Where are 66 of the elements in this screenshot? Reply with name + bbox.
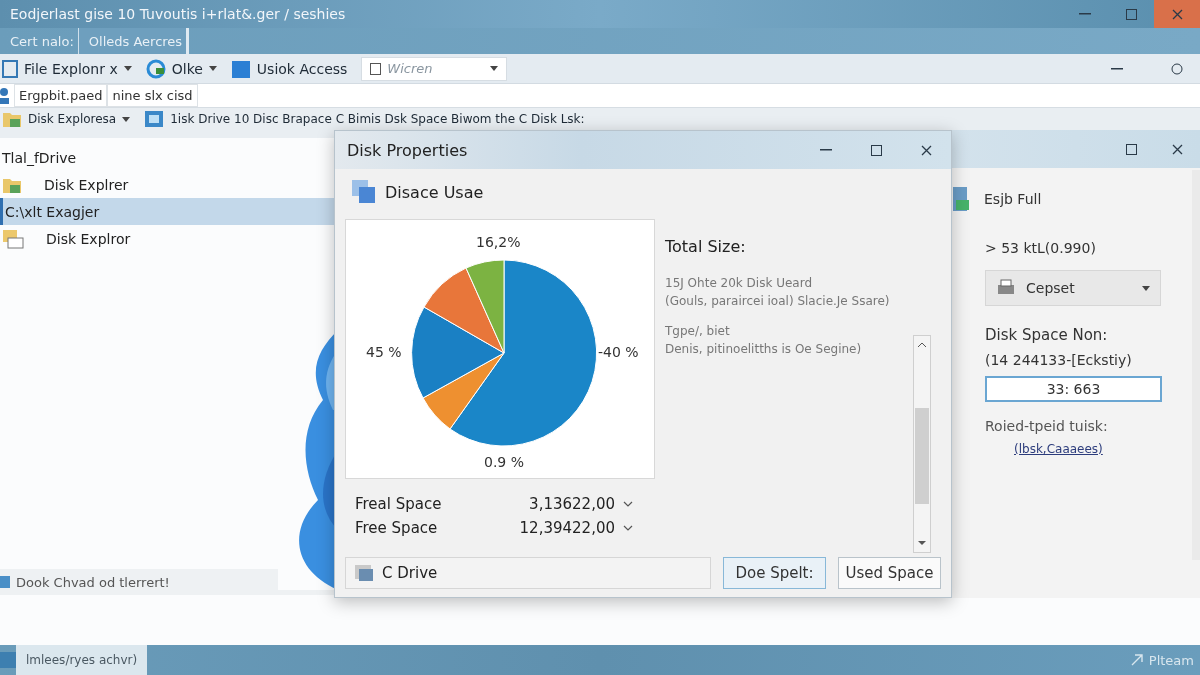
note-text: Roied-tpeid tuisk:: [985, 418, 1109, 434]
percent-label: 45 %: [366, 344, 402, 360]
row-label: Free Space: [355, 519, 438, 537]
link[interactable]: (lbsk,Caaaees): [1014, 442, 1103, 456]
drive-name: Esjb Full: [984, 191, 1042, 207]
tree-item[interactable]: Tlal_fDrive: [0, 144, 334, 171]
address-segment[interactable]: Ergpbit.paed: [14, 84, 108, 107]
toolbar-item[interactable]: File Explonr x: [24, 60, 118, 77]
folder-icon: [2, 110, 22, 128]
folder-icon[interactable]: [230, 58, 251, 79]
close-icon[interactable]: [1171, 143, 1183, 155]
path-text: 1isk Drive 10 Disc Brapace C Bimis Dsk Space Biwom the C Disk Lsk:: [170, 112, 585, 126]
dialog-title: Disk Properties: [347, 140, 469, 160]
app-icon[interactable]: [2, 59, 18, 78]
taskbar-item[interactable]: lmlees/ryes achvr): [16, 645, 148, 675]
space-label: Disk Space Non:: [985, 326, 1109, 344]
drive-field[interactable]: C Drive: [345, 557, 711, 589]
section-heading: Disace Usae: [385, 182, 484, 202]
close-icon[interactable]: [1171, 8, 1183, 20]
status-text: Dook Chvad od tlerrert!: [16, 574, 170, 590]
total-size-label: Total Size:: [665, 237, 747, 256]
row-value: 12,39422,00: [519, 519, 615, 537]
toolbar-item[interactable]: Olke: [171, 60, 203, 77]
calendar-icon: [370, 62, 382, 75]
tree-item[interactable]: Disk Explror: [0, 225, 334, 252]
address-segment[interactable]: nine slx cisd: [107, 84, 198, 107]
drive-icon: [354, 564, 374, 582]
input-field[interactable]: 33: 663: [985, 376, 1162, 402]
drive-icon: [144, 110, 165, 128]
size-text: > 53 ktL(0.990): [985, 240, 1097, 256]
dialog-button[interactable]: Doe Spelt:: [723, 557, 826, 589]
row-value: 3,13622,00: [529, 495, 615, 513]
maximize-icon[interactable]: [870, 144, 882, 156]
toolbar-item[interactable]: Usiok Access: [256, 60, 348, 77]
caret-icon[interactable]: [490, 66, 499, 71]
dialog-button[interactable]: Used Space: [838, 557, 941, 589]
scroll-down-icon[interactable]: [917, 540, 927, 546]
caret-icon[interactable]: [208, 66, 217, 71]
minimize-icon[interactable]: [1111, 67, 1123, 70]
menu-label[interactable]: Disk Exploresa: [28, 112, 117, 126]
globe-icon[interactable]: [145, 58, 166, 79]
detail-text: 15J Ohte 20k Disk Ueard (Gouls, paraircei ioal) Slacie.Je Ssare): [665, 275, 891, 310]
percent-label: 16,2%: [476, 234, 521, 250]
row-label: Freal Space: [355, 495, 442, 513]
space-value: (14 244133-[Eckstiy): [985, 352, 1133, 368]
close-icon[interactable]: [920, 144, 932, 156]
caret-icon[interactable]: [122, 116, 131, 122]
caret-icon[interactable]: [1142, 285, 1150, 291]
chevron-down-icon[interactable]: [623, 525, 633, 531]
caret-icon[interactable]: [123, 66, 132, 71]
tree-item[interactable]: C:\xlt Exagjer: [0, 198, 334, 225]
stack-icon: [351, 179, 377, 205]
window-title: Eodjerlast gise 10 Tuvoutis i+rlat&.ger / seshies: [10, 6, 347, 22]
percent-label: 0.9 %: [484, 454, 525, 470]
maximize-icon[interactable]: [1125, 143, 1137, 155]
address-bar[interactable]: Ergpbit.paed nine slx cisd: [0, 84, 1200, 108]
scroll-up-icon[interactable]: [917, 342, 927, 348]
maximize-icon[interactable]: [1125, 8, 1137, 20]
chevron-down-icon[interactable]: [623, 501, 633, 507]
restore-icon[interactable]: [1171, 62, 1183, 75]
dropdown[interactable]: Cepset: [985, 270, 1161, 306]
tree-item[interactable]: Disk Explrer: [0, 171, 334, 198]
detail-text: Tgpe/, biet Denis, pitinoelitths is Oe Segine): [665, 323, 863, 358]
drive-icon: [952, 186, 970, 212]
image-icon: [0, 576, 10, 588]
percent-label: -40 %: [598, 344, 639, 360]
